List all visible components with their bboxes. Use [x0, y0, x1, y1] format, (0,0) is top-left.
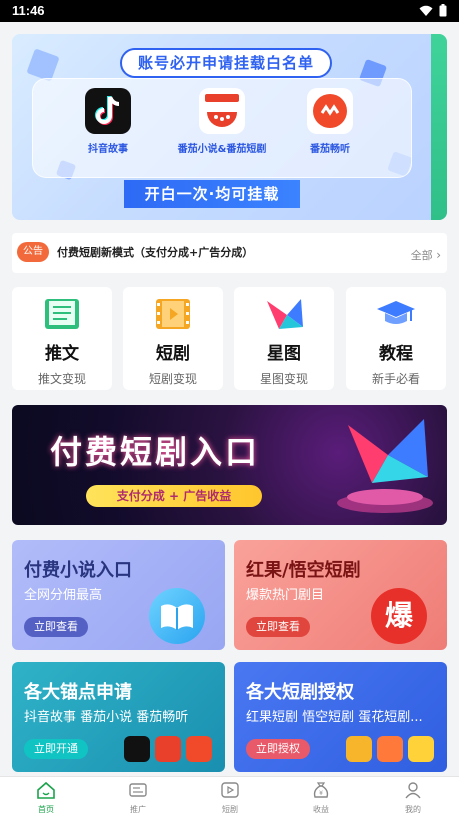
nav-label: 短剧 — [222, 805, 238, 814]
bottom-nav: 首页 推广 短剧 ¥ 收益 我的 — [0, 776, 459, 817]
card-subtitle: 全网分佣最高 — [24, 588, 103, 603]
status-icons — [419, 4, 447, 17]
promote-icon — [129, 783, 147, 797]
tomato-novel-icon — [199, 88, 245, 134]
nav-label: 推广 — [130, 805, 146, 814]
app-tomato-listen[interactable]: 番茄畅听 — [280, 88, 380, 155]
tomato-listen-icon — [307, 88, 353, 134]
star-map-icon — [263, 295, 305, 333]
home-icon — [37, 781, 55, 799]
app-label: 番茄小说&番茄短剧 — [177, 144, 267, 155]
card-title: 付费小说入口 — [24, 560, 132, 581]
category-jiaocheng[interactable]: 教程 新手必看 — [346, 287, 446, 390]
banner-bottom-text: 开白一次·均可挂载 — [124, 180, 300, 208]
chevron-right-icon: › — [436, 248, 441, 262]
status-time: 11:46 — [12, 3, 45, 18]
svg-text:¥: ¥ — [319, 790, 323, 797]
graduation-cap-icon — [375, 295, 417, 333]
announcement-text: 付费短剧新模式（支付分成+广告分成） — [57, 246, 254, 259]
view-all-label: 全部 — [410, 249, 433, 262]
wifi-icon — [419, 5, 433, 16]
app-tiktok-story[interactable]: 抖音故事 — [58, 88, 158, 155]
tomato-listen-icon — [186, 736, 212, 762]
view-now-button[interactable]: 立即查看 — [24, 617, 88, 637]
app-tomato-novel[interactable]: 番茄小说&番茄短剧 — [172, 88, 272, 155]
danhua-icon — [408, 736, 434, 762]
app-label: 番茄畅听 — [310, 144, 350, 155]
nav-label: 首页 — [38, 805, 54, 814]
banner-edge-strip — [431, 34, 447, 220]
film-icon — [152, 295, 194, 333]
nav-drama[interactable]: 短剧 — [200, 781, 260, 815]
battery-icon — [439, 4, 447, 17]
play-icon — [221, 782, 239, 798]
anchor-app-icons — [124, 736, 212, 762]
wukong-icon — [377, 736, 403, 762]
card-title: 各大锚点申请 — [24, 682, 132, 703]
app-label: 抖音故事 — [88, 144, 128, 155]
card-anchor-apply[interactable]: 各大锚点申请 抖音故事 番茄小说 番茄畅听 立即开通 — [12, 662, 225, 772]
banner-title: 账号必开申请挂载白名单 — [120, 48, 332, 78]
category-title: 教程 — [379, 344, 413, 364]
announcement-badge: 公告 — [17, 242, 49, 262]
nav-earnings[interactable]: ¥ 收益 — [291, 781, 351, 815]
card-subtitle: 抖音故事 番茄小说 番茄畅听 — [24, 710, 189, 725]
hot-badge-icon: 爆 — [371, 588, 427, 644]
card-subtitle: 红果短剧 悟空短剧 蛋花短剧... — [246, 710, 423, 725]
card-drama-license[interactable]: 各大短剧授权 红果短剧 悟空短剧 蛋花短剧... 立即授权 — [234, 662, 447, 772]
nav-profile[interactable]: 我的 — [383, 781, 443, 815]
book-icon — [41, 295, 83, 333]
drama-banner-title: 付费短剧入口 — [50, 433, 261, 471]
card-title: 红果/悟空短剧 — [246, 560, 361, 581]
open-now-button[interactable]: 立即开通 — [24, 739, 88, 759]
category-duanju[interactable]: 短剧 短剧变现 — [123, 287, 223, 390]
user-icon — [405, 782, 421, 799]
tiktok-icon — [85, 88, 131, 134]
card-subtitle: 爆款热门剧目 — [246, 588, 325, 603]
drama-app-icons — [346, 736, 434, 762]
money-bag-icon: ¥ — [313, 782, 329, 798]
category-title: 短剧 — [156, 344, 190, 364]
open-book-icon — [149, 588, 205, 644]
whitelist-banner[interactable]: 账号必开申请挂载白名单 抖音故事 番茄小说&番茄短剧 番茄畅听 开白一次·均可挂… — [12, 34, 447, 220]
nav-label: 我的 — [405, 805, 421, 814]
view-now-button[interactable]: 立即查看 — [246, 617, 310, 637]
nav-label: 收益 — [313, 805, 329, 814]
status-bar: 11:46 — [0, 0, 459, 22]
hongguo-icon — [346, 736, 372, 762]
authorize-now-button[interactable]: 立即授权 — [246, 739, 310, 759]
card-paid-novel[interactable]: 付费小说入口 全网分佣最高 立即查看 — [12, 540, 225, 650]
tomato-novel-icon — [155, 736, 181, 762]
category-subtitle: 星图变现 — [259, 372, 308, 386]
card-hongguo-drama[interactable]: 红果/悟空短剧 爆款热门剧目 立即查看 爆 — [234, 540, 447, 650]
category-subtitle: 推文变现 — [37, 372, 86, 386]
decor-cube — [26, 48, 60, 82]
category-title: 推文 — [45, 344, 79, 364]
category-subtitle: 短剧变现 — [148, 372, 197, 386]
category-title: 星图 — [267, 344, 301, 364]
view-all-link[interactable]: 全部 › — [411, 247, 441, 263]
nav-home[interactable]: 首页 — [16, 781, 76, 815]
category-subtitle: 新手必看 — [371, 372, 420, 386]
drama-banner-pill: 支付分成 + 广告收益 — [86, 485, 262, 507]
category-xingtu[interactable]: 星图 星图变现 — [234, 287, 334, 390]
tiktok-icon — [124, 736, 150, 762]
category-tuiwen[interactable]: 推文 推文变现 — [12, 287, 112, 390]
announcement-bar[interactable]: 公告 付费短剧新模式（支付分成+广告分成） 全部 › — [12, 233, 447, 273]
star-map-logo-icon — [337, 419, 433, 513]
nav-promote[interactable]: 推广 — [108, 781, 168, 815]
card-title: 各大短剧授权 — [246, 682, 354, 703]
paid-drama-banner[interactable]: 付费短剧入口 支付分成 + 广告收益 — [12, 405, 447, 525]
